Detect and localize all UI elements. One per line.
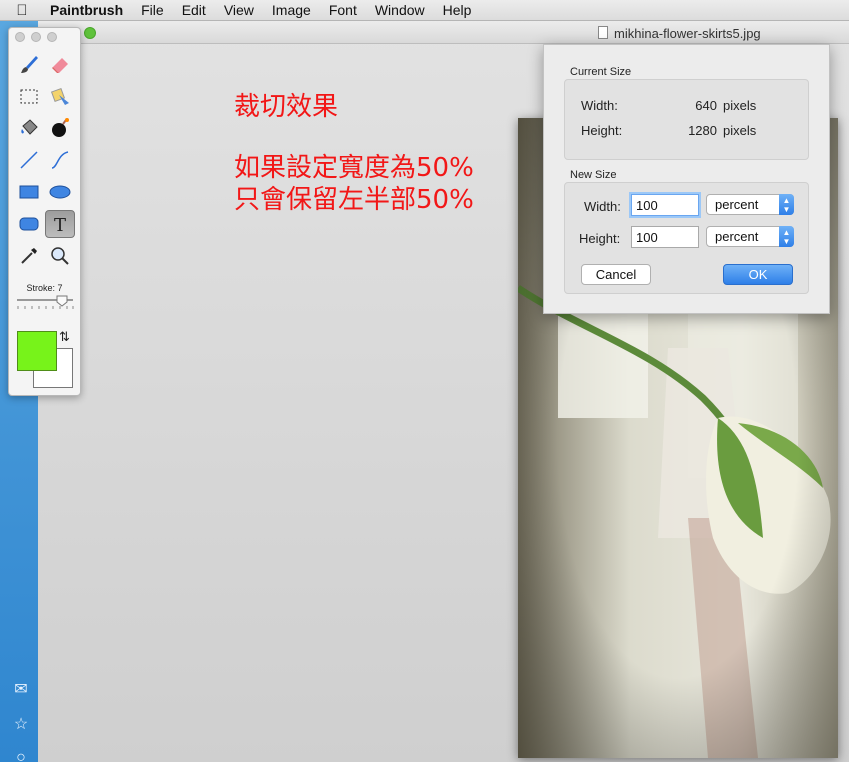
select-arrows-icon: ▲ ▼ <box>779 194 794 215</box>
height-unit-select[interactable]: percent ▲ ▼ <box>706 226 794 247</box>
foreground-color-well[interactable] <box>17 331 57 371</box>
menu-image[interactable]: Image <box>263 2 320 18</box>
mail-icon[interactable]: ✉ <box>12 681 30 699</box>
lasso-icon <box>50 87 69 105</box>
curve-icon <box>51 151 69 169</box>
star-icon[interactable]: ☆ <box>12 716 30 734</box>
menu-help[interactable]: Help <box>434 2 481 18</box>
current-size-group: Width: 640 pixels Height: 1280 pixels <box>564 79 809 160</box>
text-select-tool[interactable] <box>45 82 75 110</box>
stroke-label: Stroke: 7 <box>26 283 63 293</box>
new-height-input[interactable]: 100 <box>631 226 699 248</box>
palette-zoom-button[interactable] <box>47 32 57 42</box>
bomb-icon <box>52 118 69 137</box>
rectangle-icon <box>19 185 39 199</box>
annotation-line-2: 只會保留左半部50% <box>234 185 474 215</box>
window-title: mikhina-flower-skirts5.jpg <box>614 26 761 41</box>
swap-colors-icon[interactable]: ⇅ <box>59 330 70 343</box>
menu-edit[interactable]: Edit <box>173 2 215 18</box>
line-icon <box>20 151 38 169</box>
window-titlebar: mikhina-flower-skirts5.jpg <box>38 21 849 44</box>
current-height-unit: pixels <box>723 123 757 138</box>
eraser-icon <box>52 58 68 73</box>
document-icon <box>598 26 608 39</box>
current-width-value: 640 <box>695 98 717 113</box>
tools-palette: T Stroke: 7 ⇅ <box>8 27 81 396</box>
paint-bucket-icon <box>21 119 38 135</box>
menu-view[interactable]: View <box>215 2 263 18</box>
resize-dialog: Current Size Width: 640 pixels Height: 1… <box>543 44 830 314</box>
current-width-unit: pixels <box>723 98 757 113</box>
apple-menu-icon[interactable]:  <box>0 2 44 19</box>
bomb-tool[interactable] <box>45 114 75 142</box>
text-tool[interactable]: T <box>45 210 75 238</box>
line-tool[interactable] <box>14 146 44 174</box>
paintbrush-icon <box>21 56 38 73</box>
select-arrows-icon: ▲ ▼ <box>779 226 794 247</box>
height-unit-value: percent <box>715 229 759 244</box>
current-size-heading: Current Size <box>570 66 632 78</box>
current-width-label: Width: <box>581 98 618 113</box>
paint-bucket-tool[interactable] <box>14 114 44 142</box>
ellipse-tool[interactable] <box>45 178 75 206</box>
rectangle-select-tool[interactable] <box>14 82 44 110</box>
new-size-heading: New Size <box>570 169 617 181</box>
new-size-group: Width: 100 percent ▲ ▼ Height: 100 percen… <box>564 182 809 294</box>
ok-button[interactable]: OK <box>723 264 793 285</box>
new-height-label: Height: <box>579 231 621 246</box>
new-width-label: Width: <box>584 199 621 214</box>
magnifier-icon <box>51 247 69 265</box>
menu-app-name[interactable]: Paintbrush <box>44 2 132 18</box>
palette-minimize-button[interactable] <box>31 32 41 42</box>
annotation-line-1: 如果設定寬度為50% <box>234 153 474 183</box>
stroke-slider[interactable] <box>15 295 75 313</box>
menu-bar:  Paintbrush File Edit View Image Font W… <box>0 0 849 21</box>
paintbrush-tool[interactable] <box>14 50 44 78</box>
annotation-heading: 裁切效果 <box>234 92 339 122</box>
eyedropper-icon <box>21 248 37 264</box>
cancel-button[interactable]: Cancel <box>581 264 651 285</box>
chat-icon[interactable]: ○ <box>12 749 30 762</box>
zoom-tool[interactable] <box>45 242 75 270</box>
new-width-input[interactable]: 100 <box>631 194 699 216</box>
curve-tool[interactable] <box>45 146 75 174</box>
menu-window[interactable]: Window <box>366 2 434 18</box>
rectangle-tool[interactable] <box>14 178 44 206</box>
ellipse-icon <box>49 185 71 199</box>
marquee-icon <box>20 89 38 104</box>
palette-close-button[interactable] <box>15 32 25 42</box>
menu-font[interactable]: Font <box>320 2 366 18</box>
svg-text:T: T <box>54 215 66 235</box>
eraser-tool[interactable] <box>45 50 75 78</box>
eyedropper-tool[interactable] <box>14 242 44 270</box>
rounded-rectangle-icon <box>19 217 39 231</box>
menu-file[interactable]: File <box>132 2 173 18</box>
zoom-window-button[interactable] <box>84 27 96 39</box>
current-height-value: 1280 <box>688 123 717 138</box>
width-unit-value: percent <box>715 197 759 212</box>
width-unit-select[interactable]: percent ▲ ▼ <box>706 194 794 215</box>
text-icon: T <box>54 215 66 235</box>
current-height-label: Height: <box>581 123 623 138</box>
rounded-rectangle-tool[interactable] <box>14 210 44 238</box>
